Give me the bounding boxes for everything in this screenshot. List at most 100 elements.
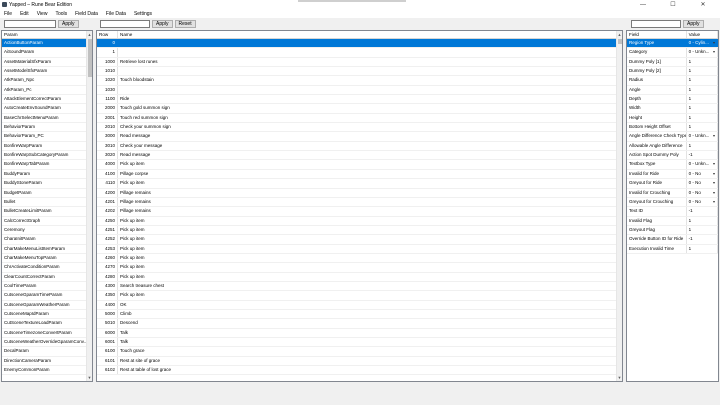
menu-settings[interactable]: Settings [134,11,152,17]
chevron-down-icon[interactable]: ▾ [712,198,715,206]
rows-filter-input[interactable] [100,19,150,28]
param-list-item[interactable]: BehaviorParam [2,123,92,133]
table-row[interactable]: 6000 Talk [97,328,622,338]
table-row[interactable]: 4400 OK [97,300,622,310]
minimize-button[interactable]: — [632,0,654,9]
param-list-item[interactable]: AutoCreateEnvSoundParam [2,104,92,114]
params-apply-button[interactable]: Apply [58,19,79,28]
param-list-item[interactable]: BonfireWarpParam [2,141,92,152]
field-row[interactable]: Width 1 [627,104,718,114]
rows-grid[interactable]: Row Name 0 1 1000 Retrieve lost runes 1010 10… [96,30,623,382]
table-row[interactable]: 3010 Check your message [97,141,622,152]
scroll-thumb[interactable] [618,39,622,44]
scroll-up-icon[interactable]: ▲ [87,31,92,38]
column-header-param[interactable]: Param [2,31,88,38]
table-row[interactable]: 4100 Pillage corpse [97,169,622,180]
field-row[interactable]: Greyout for Ride 0 - No ▾ [627,179,718,189]
table-row[interactable]: 1010 [97,67,622,77]
table-row[interactable]: 6102 Rest at table of lost grace [97,366,622,376]
param-list-item[interactable]: AssetModelSfxParam [2,67,92,77]
param-list-item[interactable]: CutSceneTextureLoadParam [2,319,92,329]
table-row[interactable]: 1030 [97,85,622,96]
column-header-field[interactable]: Field [627,31,687,38]
field-value-dropdown[interactable]: 0 - No ▾ [687,169,718,179]
param-list-item[interactable]: AtkParam_Pc [2,85,92,96]
param-list-item[interactable]: CutsceneTimezoneConvertParam [2,328,92,338]
param-list-item[interactable]: BulletCreateLimitParam [2,207,92,217]
rows-scrollbar[interactable]: ▲ ▼ [616,31,622,381]
table-row[interactable]: 2001 Touch red summon sign [97,113,622,124]
column-header-row[interactable]: Row [97,31,118,38]
table-row[interactable]: 2010 Check your summon sign [97,123,622,133]
param-list-item[interactable]: CharMakeMenuTopParam [2,253,92,264]
field-value-cell[interactable]: 1 [687,113,718,123]
field-value-cell[interactable]: 1 [687,123,718,132]
param-list-item[interactable]: CharaInitParam [2,235,92,245]
column-header-name[interactable]: Name [118,31,618,38]
param-list-item[interactable]: CutsceneGparamTimeParam [2,291,92,301]
menu-edit[interactable]: Edit [20,11,29,17]
param-list-item[interactable]: AssetMaterialSfxParam [2,57,92,68]
table-row[interactable]: 3020 Read message [97,151,622,161]
rows-apply-button[interactable]: Apply [152,19,173,28]
param-list-item[interactable]: AttackElementCorrectParam [2,95,92,105]
field-row[interactable]: Greyout for Crouching 0 - No ▾ [627,197,718,208]
field-value-cell[interactable]: 1 [687,85,718,95]
param-list-item[interactable]: EnemyCommonParam [2,366,92,376]
field-row[interactable]: Invalid for Ride 0 - No ▾ [627,169,718,180]
chevron-down-icon[interactable]: ▾ [712,39,715,47]
column-header-value[interactable]: Value [687,31,718,38]
fields-grid[interactable]: Field Value Region Type 0 - Cylin... ▾ Cate… [626,30,719,382]
param-list-item[interactable]: AiSoundParam [2,48,92,58]
scroll-up-icon[interactable]: ▲ [617,31,622,38]
field-row[interactable]: Text ID -1 [627,207,718,217]
param-list-item[interactable]: DecalParam [2,347,92,357]
table-row[interactable]: 4280 Pick up item [97,272,622,282]
param-list-item[interactable]: BaseChrSelectMenuParam [2,113,92,124]
field-row[interactable]: Angle Difference Check Type 0 - Unkn... ▾ [627,132,718,142]
params-scrollbar[interactable]: ▲ ▼ [86,31,92,381]
param-list-item[interactable]: BudgetParam [2,188,92,198]
table-row[interactable]: 4110 Pick up item [97,179,622,189]
table-row[interactable]: 4260 Pick up item [97,253,622,264]
params-filter-input[interactable] [4,19,56,28]
param-list-item[interactable]: CalcCorrectGraph [2,216,92,226]
param-list-item[interactable]: CutsceneWeatherOverrideGparamConv... [2,338,92,348]
field-value-cell[interactable]: 1 [687,244,718,253]
table-row[interactable]: 1100 Ride [97,95,622,105]
param-list-item[interactable]: CoolTimeParam [2,281,92,292]
table-row[interactable]: 3000 Read message [97,132,622,142]
table-row[interactable]: 4270 Pick up item [97,263,622,273]
chevron-down-icon[interactable]: ▾ [712,160,715,168]
field-row[interactable]: Action Spot Dummy Poly -1 [627,151,718,161]
field-row[interactable]: Execution Invalid Time 1 [627,244,718,254]
field-row[interactable]: Allowable Angle Difference 1 [627,141,718,152]
param-list-item[interactable]: BehaviorParam_PC [2,132,92,142]
table-row[interactable]: 4251 Pick up item [97,225,622,236]
chevron-down-icon[interactable]: ▾ [712,170,715,178]
maximize-button[interactable]: ☐ [662,0,684,9]
menu-file-data[interactable]: File Data [106,11,126,17]
fields-apply-button[interactable]: Apply [683,19,704,28]
close-button[interactable]: ✕ [692,0,714,9]
menu-field-data[interactable]: Field Data [75,11,98,17]
param-list-item[interactable]: BuddyStoneParam [2,179,92,189]
field-value-dropdown[interactable]: 0 - Cylin... ▾ [687,39,718,48]
field-value-cell[interactable]: -1 [687,207,718,216]
field-value-dropdown[interactable]: 0 - Unkn... ▾ [687,160,718,169]
table-row[interactable]: 4200 Pillage remains [97,188,622,198]
menu-tools[interactable]: Tools [55,11,67,17]
field-value-cell[interactable]: 1 [687,67,718,76]
field-row[interactable]: Greyout Flag 1 [627,225,718,236]
param-list-item[interactable]: CutsceneMapIdParam [2,309,92,320]
table-row[interactable]: 4000 Pick up item [97,160,622,170]
table-row[interactable]: 6101 Rest at site of grace [97,356,622,367]
param-list-item[interactable]: CutsceneGparamWeatherParam [2,300,92,310]
param-list-item[interactable]: AtkParam_Npc [2,76,92,86]
table-row[interactable]: 0 [97,39,622,49]
field-row[interactable]: Dummy Poly [2] 1 [627,67,718,77]
field-row[interactable]: Bottom Height Offset 1 [627,123,718,133]
param-list-item[interactable]: BuddyParam [2,169,92,180]
table-row[interactable]: 4201 Pillage remains [97,197,622,208]
field-value-cell[interactable]: 1 [687,57,718,67]
